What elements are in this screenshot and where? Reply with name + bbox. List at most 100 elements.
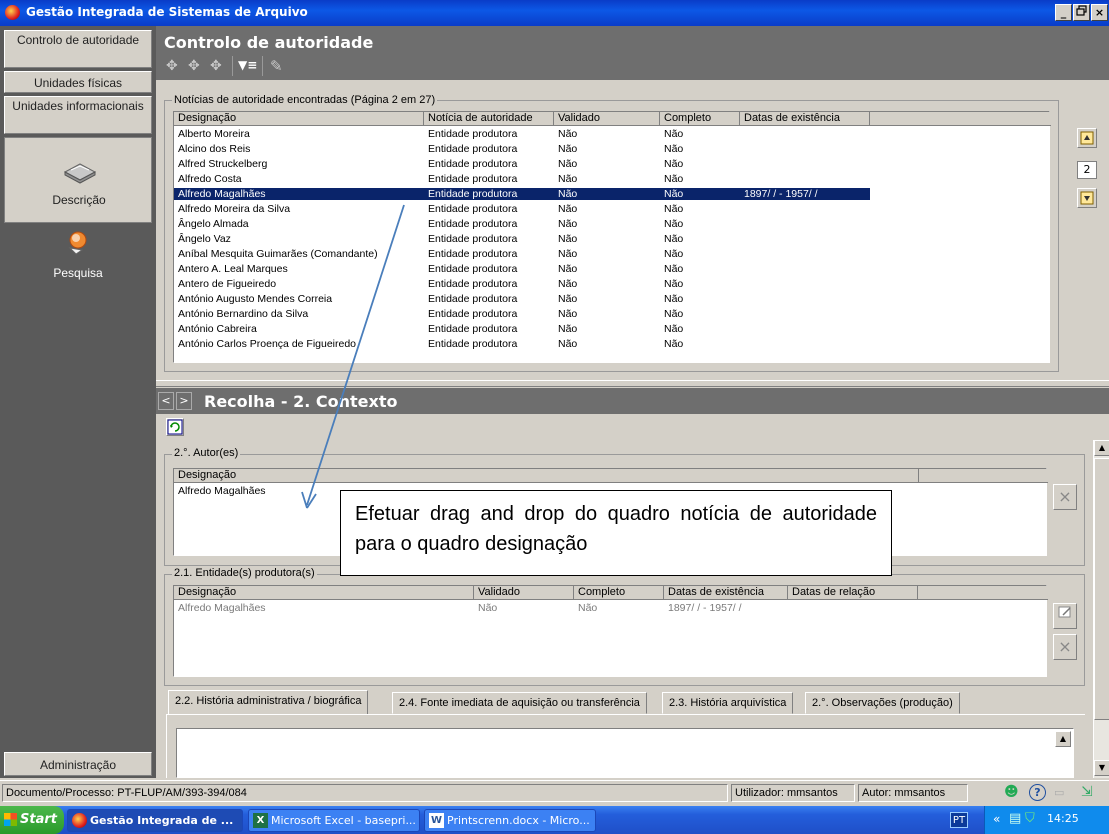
noticia-row[interactable]: Ângelo Vaz Entidade produtora Não Não bbox=[174, 233, 1049, 245]
task-word[interactable]: W Printscrenn.docx - Micro... bbox=[424, 809, 596, 832]
task-excel[interactable]: X Microsoft Excel - basepri... bbox=[248, 809, 420, 832]
entidades-col-designacao[interactable]: Designação bbox=[174, 586, 474, 600]
entidades-col-datas-relacao[interactable]: Datas de relação bbox=[788, 586, 918, 600]
taskbar: Start Gestão Integrada de ... X Microsof… bbox=[0, 806, 1109, 834]
noticia-row[interactable]: Alfredo Moreira da Silva Entidade produto… bbox=[174, 203, 1049, 215]
noticia-row[interactable]: Ângelo Almada Entidade produtora Não Não bbox=[174, 218, 1049, 230]
prev-page-button[interactable] bbox=[1077, 128, 1097, 148]
edit-entidade-button[interactable] bbox=[1053, 603, 1077, 629]
tab-observacoes[interactable]: 2.°. Observações (produção) bbox=[805, 692, 960, 714]
entidades-col-completo[interactable]: Completo bbox=[574, 586, 664, 600]
noticia-row[interactable]: Aníbal Mesquita Guimarães (Comandante) En… bbox=[174, 248, 1049, 260]
context-next-button[interactable]: > bbox=[176, 392, 192, 410]
textarea-scroll-up[interactable]: ▲ bbox=[1055, 731, 1071, 747]
noticia-cell-noticia: Entidade produtora bbox=[428, 188, 518, 200]
noticia-cell-validado: Não bbox=[558, 308, 578, 320]
remove-person-icon[interactable]: ✥ bbox=[210, 58, 222, 74]
status-autor: Autor: mmsantos bbox=[858, 784, 968, 802]
col-validado[interactable]: Validado bbox=[554, 112, 660, 126]
remove-entidade-button[interactable]: × bbox=[1053, 634, 1077, 660]
edit-person-icon[interactable]: ✥ bbox=[188, 58, 200, 74]
nav-unidades-fisicas[interactable]: Unidades físicas bbox=[4, 71, 152, 93]
minimize-button[interactable]: _ bbox=[1055, 4, 1072, 21]
noticia-row[interactable]: Antero de Figueiredo Entidade produtora Nã… bbox=[174, 278, 1049, 290]
user-switch-icon[interactable]: ☻ bbox=[1004, 784, 1019, 800]
noticia-row[interactable]: Alcino dos Reis Entidade produtora Não Não bbox=[174, 143, 1049, 155]
context-title: Recolha - 2. Contexto bbox=[204, 392, 398, 411]
toolbar: ✥ ✥ ✥ ▼≡ ✎ bbox=[156, 54, 1109, 80]
noticia-cell-designacao: António Carlos Proença de Figueiredo bbox=[178, 338, 357, 350]
context-scrollbar[interactable]: ▲ ▼ bbox=[1093, 440, 1109, 778]
col-completo[interactable]: Completo bbox=[660, 112, 740, 126]
page-number-field[interactable]: 2 bbox=[1077, 161, 1097, 179]
col-datas-existencia[interactable]: Datas de existência bbox=[740, 112, 870, 126]
tab-fonte-imediata[interactable]: 2.4. Fonte imediata de aquisição ou tran… bbox=[392, 692, 647, 714]
entidades-col-datas-existencia[interactable]: Datas de existência bbox=[664, 586, 788, 600]
noticia-row[interactable]: Alfredo Magalhães Entidade produtora Não Nã… bbox=[174, 188, 870, 200]
noticia-row[interactable]: Alfredo Costa Entidade produtora Não Não bbox=[174, 173, 1049, 185]
windows-logo-icon bbox=[4, 813, 17, 826]
help-icon[interactable]: ? bbox=[1029, 784, 1046, 801]
entidades-col-validado[interactable]: Validado bbox=[474, 586, 574, 600]
entidades-row[interactable]: Alfredo Magalhães Não Não 1897/ / - 1957… bbox=[174, 602, 1048, 614]
nav-controlo-autoridade[interactable]: Controlo de autoridade bbox=[4, 30, 152, 68]
noticia-cell-designacao: António Bernardino da Silva bbox=[178, 308, 309, 320]
noticia-cell-noticia: Entidade produtora bbox=[428, 293, 518, 305]
col-noticia[interactable]: Notícia de autoridade bbox=[424, 112, 554, 126]
noticia-row[interactable]: António Cabreira Entidade produtora Não Não bbox=[174, 323, 1049, 335]
scroll-thumb[interactable] bbox=[1094, 458, 1109, 720]
nav-descricao[interactable]: Descrição bbox=[4, 137, 152, 223]
col-filler bbox=[870, 112, 1051, 126]
refresh-button[interactable] bbox=[166, 418, 184, 436]
noticia-row[interactable]: Alberto Moreira Entidade produtora Não Não bbox=[174, 128, 1049, 140]
noticia-row[interactable]: Antero A. Leal Marques Entidade produtora… bbox=[174, 263, 1049, 275]
remove-autor-button[interactable]: × bbox=[1053, 484, 1077, 510]
disabled-icon: ▭ bbox=[1054, 786, 1065, 799]
noticia-row[interactable]: António Augusto Mendes Correia Entidade p… bbox=[174, 293, 1049, 305]
language-indicator[interactable]: PT bbox=[950, 812, 968, 828]
noticia-cell-validado: Não bbox=[558, 188, 578, 200]
start-button[interactable]: Start bbox=[0, 806, 64, 834]
noticia-cell-designacao: Alfredo Costa bbox=[178, 173, 242, 185]
clear-icon[interactable]: ✎ bbox=[270, 57, 283, 75]
tray-expand-icon[interactable]: « bbox=[993, 812, 1000, 826]
network-icon[interactable]: ▤ bbox=[1009, 811, 1021, 826]
noticia-row[interactable]: António Carlos Proença de Figueiredo Enti… bbox=[174, 338, 1049, 350]
exit-icon[interactable]: ⇲ bbox=[1081, 784, 1093, 800]
nav-unidades-informacionais[interactable]: Unidades informacionais bbox=[4, 96, 152, 134]
nav-administracao[interactable]: Administração bbox=[4, 752, 152, 776]
tab-historia-administrativa[interactable]: 2.2. História administrativa / biográfic… bbox=[168, 690, 369, 714]
restore-button[interactable] bbox=[1073, 4, 1090, 21]
annotation-callout: Efetuar drag and drop do quadro notícia … bbox=[340, 490, 892, 576]
noticia-cell-designacao: Alfred Struckelberg bbox=[178, 158, 268, 170]
historia-textarea[interactable]: ▲ bbox=[176, 728, 1074, 778]
entidades-grid[interactable]: Designação Validado Completo Datas de ex… bbox=[173, 585, 1048, 677]
noticias-grid[interactable]: Designação Notícia de autoridade Validad… bbox=[173, 111, 1051, 363]
noticia-cell-designacao: António Augusto Mendes Correia bbox=[178, 293, 333, 305]
noticia-cell-noticia: Entidade produtora bbox=[428, 203, 518, 215]
status-documento: Documento/Processo: PT-FLUP/AM/393-394/0… bbox=[2, 784, 728, 802]
noticia-row[interactable]: Alfred Struckelberg Entidade produtora Não… bbox=[174, 158, 1049, 170]
scroll-up-button[interactable]: ▲ bbox=[1094, 440, 1109, 456]
nav-descricao-label: Descrição bbox=[52, 193, 106, 207]
close-button[interactable]: × bbox=[1091, 4, 1108, 21]
noticia-cell-noticia: Entidade produtora bbox=[428, 323, 518, 335]
scroll-down-button[interactable]: ▼ bbox=[1094, 760, 1109, 776]
noticia-cell-designacao: Alberto Moreira bbox=[178, 128, 250, 140]
noticia-cell-noticia: Entidade produtora bbox=[428, 233, 518, 245]
tab-historia-arquivistica[interactable]: 2.3. História arquivística bbox=[662, 692, 794, 714]
context-prev-button[interactable]: < bbox=[158, 392, 174, 410]
nav-pesquisa[interactable]: Pesquisa bbox=[4, 226, 152, 286]
window-title-bar[interactable]: Gestão Integrada de Sistemas de Arquivo … bbox=[0, 0, 1109, 26]
security-icon[interactable]: ⛉ bbox=[1025, 811, 1035, 826]
splitter[interactable] bbox=[156, 380, 1109, 387]
noticia-row[interactable]: António Bernardino da Silva Entidade prod… bbox=[174, 308, 1049, 320]
next-page-button[interactable] bbox=[1077, 188, 1097, 208]
noticias-panel: Notícias de autoridade encontradas (Pági… bbox=[156, 80, 1109, 380]
task-gestao[interactable]: Gestão Integrada de ... bbox=[67, 809, 243, 832]
add-person-icon[interactable]: ✥ bbox=[166, 58, 178, 74]
noticia-cell-validado: Não bbox=[558, 218, 578, 230]
autores-col-designacao[interactable]: Designação bbox=[174, 469, 919, 483]
col-designacao[interactable]: Designação bbox=[174, 112, 424, 126]
filter-icon[interactable]: ▼≡ bbox=[238, 58, 257, 72]
